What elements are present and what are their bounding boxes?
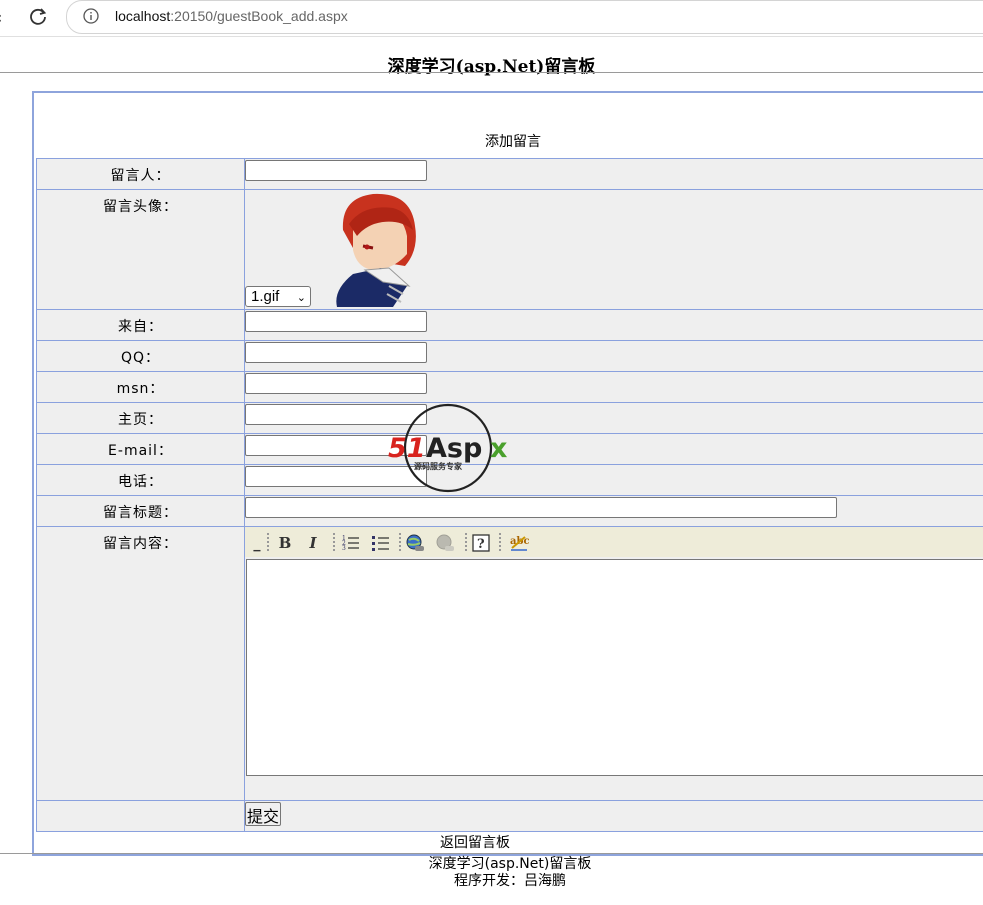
phone-input[interactable] [245,466,427,487]
homepage-input[interactable] [245,404,427,425]
avatar-image [336,193,416,307]
from-label: 来自： [118,319,163,335]
top-divider [0,72,983,73]
back-to-guestbook-link[interactable]: 返回留言板 [440,832,510,852]
bold-icon[interactable]: B [275,533,295,553]
page-title: 深度学习(asp.Net)留言板 [387,57,596,77]
content-label: 留言内容： [103,536,178,552]
msn-input[interactable] [245,373,427,394]
back-arrow-icon[interactable]: ‹ [0,8,2,27]
from-input[interactable] [245,311,427,332]
submit-button[interactable]: 提交 [245,802,282,826]
insert-link-icon[interactable] [405,533,425,553]
spellcheck-icon[interactable]: abc [509,533,529,553]
avatar-select[interactable]: 1.gif ⌄ [245,286,311,307]
ordered-list-icon[interactable]: 123 [341,533,361,553]
qq-label: QQ： [120,350,161,366]
bottom-divider [0,853,983,854]
subject-input[interactable] [245,497,837,518]
url-text: localhost:20150/guestBook_add.aspx [115,8,348,24]
qq-input[interactable] [245,342,427,363]
reload-icon[interactable] [27,5,49,27]
help-icon[interactable]: ? [471,533,491,553]
phone-label: 电话： [118,474,163,490]
guestbook-frame: 添加留言 留言人： 留言头像： 1.gif ⌄ 来自： QQ： msn： 主页：… [32,91,983,856]
email-input[interactable] [245,435,427,456]
content-editor[interactable] [246,559,983,776]
address-bar[interactable]: localhost:20150/guestBook_add.aspx [66,0,983,34]
unlink-icon[interactable] [435,533,455,553]
email-label: E-mail： [108,443,173,459]
svg-text:?: ? [477,537,485,552]
italic-icon[interactable]: I [303,533,323,553]
name-label: 留言人： [110,168,171,184]
avatar-label: 留言头像： [103,199,178,215]
msn-label: msn： [116,381,165,397]
info-icon[interactable] [83,8,99,24]
editor-toolbar: ▁ B I 123 ? [245,527,983,557]
browser-toolbar: ‹ localhost:20150/guestBook_add.aspx [0,0,983,37]
footer-title: 深度学习(asp.Net)留言板 [428,856,592,872]
add-message-form: 留言人： 留言头像： 1.gif ⌄ 来自： QQ： msn： 主页： E-ma… [36,158,983,832]
chevron-down-icon: ⌄ [296,292,306,304]
svg-text:3: 3 [342,545,346,552]
form-heading: 添加留言 [485,134,541,150]
bullet-list-icon[interactable] [371,533,391,553]
footer-credit: 程序开发：吕海鹏 [454,873,566,889]
subject-label: 留言标题： [103,505,178,521]
footer: 深度学习(asp.Net)留言板 程序开发：吕海鹏 [0,856,983,890]
homepage-label: 主页： [118,412,163,428]
name-input[interactable] [245,160,427,181]
collapse-toolbar-icon[interactable]: ▁ [247,537,267,557]
